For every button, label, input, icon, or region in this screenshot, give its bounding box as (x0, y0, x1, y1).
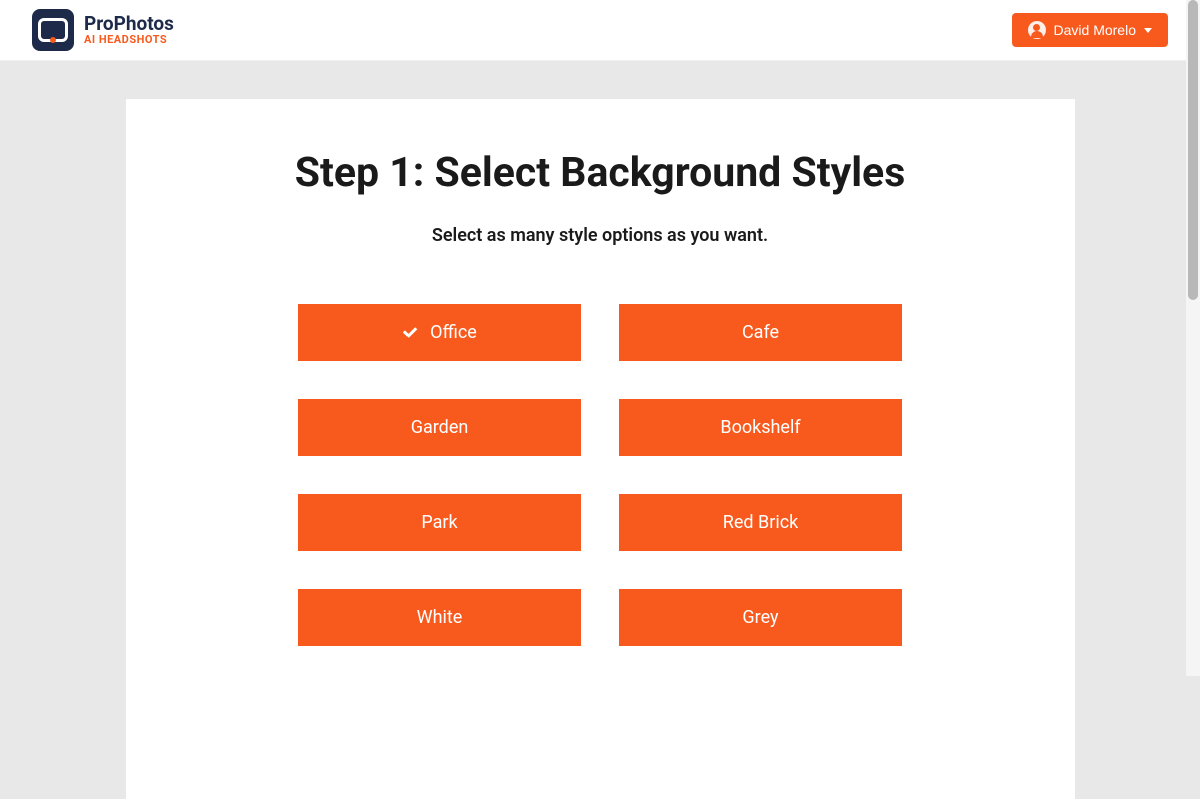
option-grey[interactable]: Grey (619, 589, 902, 646)
option-label: Garden (411, 417, 469, 438)
option-park[interactable]: Park (298, 494, 581, 551)
option-red-brick[interactable]: Red Brick (619, 494, 902, 551)
option-label: Grey (742, 607, 778, 628)
app-header: ProPhotos AI HEADSHOTS David Morelo (0, 0, 1200, 61)
user-name-label: David Morelo (1054, 22, 1136, 38)
option-label: White (417, 607, 463, 628)
user-menu-button[interactable]: David Morelo (1012, 13, 1168, 47)
logo[interactable]: ProPhotos AI HEADSHOTS (32, 9, 174, 51)
page-subtitle: Select as many style options as you want… (166, 225, 1035, 246)
logo-subtitle: AI HEADSHOTS (84, 34, 174, 46)
content-card: Step 1: Select Background Styles Select … (126, 99, 1075, 799)
option-label: Red Brick (723, 512, 799, 533)
option-label: Bookshelf (720, 417, 800, 438)
logo-text: ProPhotos AI HEADSHOTS (84, 14, 174, 47)
option-label: Cafe (742, 322, 779, 343)
main-content: Step 1: Select Background Styles Select … (0, 61, 1200, 799)
logo-icon (32, 9, 74, 51)
option-white[interactable]: White (298, 589, 581, 646)
page-title: Step 1: Select Background Styles (166, 149, 1035, 197)
check-icon (402, 326, 420, 340)
option-bookshelf[interactable]: Bookshelf (619, 399, 902, 456)
option-label: Office (430, 322, 477, 343)
option-cafe[interactable]: Cafe (619, 304, 902, 361)
option-label: Park (421, 512, 457, 533)
option-office[interactable]: Office (298, 304, 581, 361)
chevron-down-icon (1144, 28, 1152, 33)
scrollbar[interactable] (1186, 0, 1200, 676)
option-garden[interactable]: Garden (298, 399, 581, 456)
avatar-icon (1028, 21, 1046, 39)
logo-title: ProPhotos (84, 14, 174, 35)
scrollbar-thumb[interactable] (1188, 0, 1198, 300)
options-grid: Office Cafe Garden Bookshelf Park Red Br… (298, 304, 902, 646)
